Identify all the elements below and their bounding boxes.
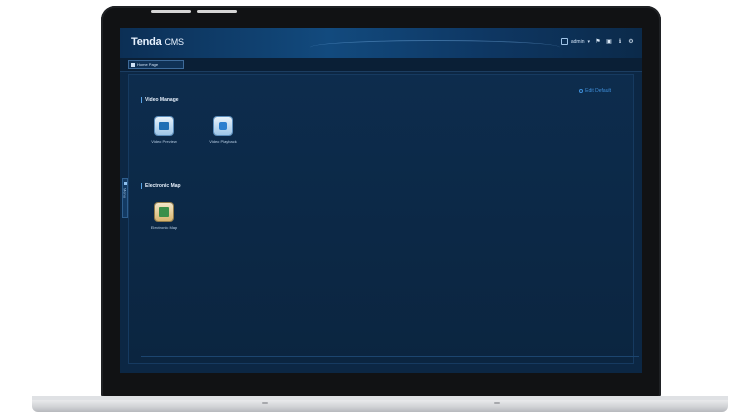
edit-icon: [579, 89, 584, 93]
section-title-video-manage: Video Manage: [141, 97, 179, 103]
gear-icon[interactable]: ⚙: [628, 39, 634, 45]
module-video-playback[interactable]: Video Playback: [203, 117, 243, 144]
module-electronic-map[interactable]: Electronic Map: [144, 203, 184, 230]
module-video-preview[interactable]: Video Preview: [144, 117, 184, 144]
brand-suffix: CMS: [164, 37, 184, 47]
user-menu[interactable]: admin ▾: [560, 38, 590, 45]
tab-home-page[interactable]: Home Page: [128, 60, 184, 69]
user-icon: [560, 38, 568, 45]
edit-default-link[interactable]: Edit Default: [579, 88, 611, 94]
base-mark: [262, 402, 268, 404]
info-icon[interactable]: ℹ: [617, 39, 623, 45]
monitor-icon: [155, 117, 173, 135]
playback-icon: [214, 117, 232, 135]
header-decoration: [310, 40, 560, 55]
user-name: admin: [570, 38, 585, 45]
divider: [141, 356, 639, 357]
alarm-icon[interactable]: ⚑: [595, 39, 601, 45]
laptop-base: [32, 400, 728, 412]
header-toolbar: admin ▾ ⚑ ▣ ℹ ⚙: [560, 38, 634, 45]
lid-tab: [151, 10, 191, 13]
side-menu-handle[interactable]: Menu: [122, 178, 128, 218]
side-handle-label: Menu: [122, 188, 128, 199]
tab-label: Home Page: [137, 62, 159, 67]
base-mark: [494, 402, 500, 404]
section-title-electronic-map: Electronic Map: [141, 183, 181, 189]
brand-name: Tenda: [131, 36, 162, 48]
app-screen: Tenda CMS admin ▾ ⚑ ▣ ℹ ⚙ Home Page Edit…: [120, 28, 642, 373]
edit-default-label: Edit Default: [585, 88, 611, 94]
chevron-down-icon: ▾: [587, 38, 590, 45]
section-title-text: Video Manage: [145, 97, 179, 103]
module-label: Video Playback: [209, 139, 237, 144]
lid-tab: [197, 10, 237, 13]
section-marker: [141, 97, 142, 103]
lock-icon[interactable]: ▣: [606, 39, 612, 45]
section-marker: [141, 183, 142, 189]
section-title-text: Electronic Map: [145, 183, 181, 189]
tab-bar: Home Page: [120, 58, 642, 72]
menu-icon: [123, 182, 127, 185]
module-label: Video Preview: [151, 139, 177, 144]
app-header: Tenda CMS admin ▾ ⚑ ▣ ℹ ⚙: [120, 28, 642, 58]
home-icon: [131, 62, 135, 67]
map-icon: [155, 203, 173, 221]
main-content: Edit Default Video Manage Video Preview …: [128, 74, 639, 364]
module-label: Electronic Map: [150, 225, 178, 230]
app-brand: Tenda CMS: [131, 36, 184, 48]
